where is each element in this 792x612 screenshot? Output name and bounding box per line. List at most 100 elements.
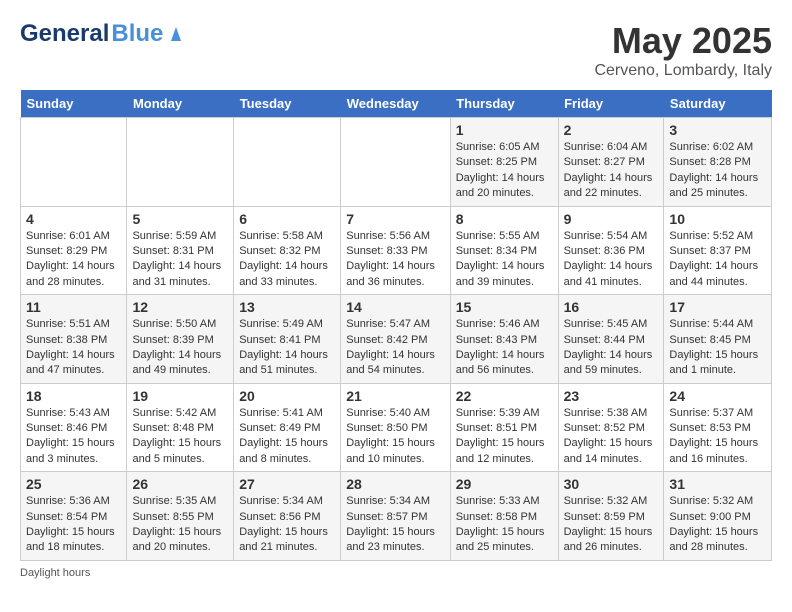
- calendar-dow-sunday: Sunday: [21, 90, 127, 118]
- day-info: Sunrise: 5:37 AM Sunset: 8:53 PM Dayligh…: [669, 406, 766, 468]
- calendar-cell: [341, 118, 450, 207]
- day-info: Sunrise: 5:52 AM Sunset: 8:37 PM Dayligh…: [669, 229, 766, 291]
- day-number: 28: [346, 476, 444, 492]
- calendar-dow-wednesday: Wednesday: [341, 90, 450, 118]
- day-number: 1: [456, 122, 553, 138]
- day-number: 11: [26, 299, 121, 315]
- day-info: Sunrise: 5:47 AM Sunset: 8:42 PM Dayligh…: [346, 317, 444, 379]
- day-info: Sunrise: 5:49 AM Sunset: 8:41 PM Dayligh…: [239, 317, 335, 379]
- logo-general: General: [20, 20, 109, 48]
- calendar-cell: [127, 118, 234, 207]
- calendar-week-row: 18 Sunrise: 5:43 AM Sunset: 8:46 PM Dayli…: [21, 383, 772, 472]
- calendar-cell: 22Sunrise: 5:39 AM Sunset: 8:51 PM Dayli…: [450, 383, 558, 472]
- day-info: Sunrise: 5:51 AM Sunset: 8:38 PM Dayligh…: [26, 317, 121, 379]
- logo-triangle-icon: [165, 23, 187, 45]
- day-number: 9: [564, 211, 659, 227]
- calendar-cell: 28 Sunrise: 5:34 AM Sunset: 8:57 PM Dayli…: [341, 472, 450, 561]
- day-info: Sunrise: 5:38 AM Sunset: 8:52 PM Dayligh…: [564, 406, 659, 468]
- calendar-cell: 14 Sunrise: 5:47 AM Sunset: 8:42 PM Dayli…: [341, 295, 450, 384]
- calendar-week-row: 1 Sunrise: 6:05 AM Sunset: 8:25 PM Daylig…: [21, 118, 772, 207]
- day-info: Sunrise: 5:56 AM Sunset: 8:33 PM Dayligh…: [346, 229, 444, 291]
- day-number: 2: [564, 122, 659, 138]
- day-info: Sunrise: 6:05 AM Sunset: 8:25 PM Dayligh…: [456, 140, 553, 202]
- day-number: 30: [564, 476, 659, 492]
- location-subtitle: Cerveno, Lombardy, Italy: [594, 62, 772, 80]
- calendar-cell: 27Sunrise: 5:34 AM Sunset: 8:56 PM Dayli…: [234, 472, 341, 561]
- day-number: 17: [669, 299, 766, 315]
- day-number: 5: [132, 211, 228, 227]
- day-number: 12: [132, 299, 228, 315]
- day-info: Sunrise: 6:02 AM Sunset: 8:28 PM Dayligh…: [669, 140, 766, 202]
- calendar-cell: 2 Sunrise: 6:04 AM Sunset: 8:27 PM Daylig…: [558, 118, 664, 207]
- calendar-cell: 26 Sunrise: 5:35 AM Sunset: 8:55 PM Dayli…: [127, 472, 234, 561]
- calendar-cell: 23 Sunrise: 5:38 AM Sunset: 8:52 PM Dayli…: [558, 383, 664, 472]
- calendar-cell: 7 Sunrise: 5:56 AM Sunset: 8:33 PM Daylig…: [341, 206, 450, 295]
- day-info: Sunrise: 6:01 AM Sunset: 8:29 PM Dayligh…: [26, 229, 121, 291]
- day-number: 31: [669, 476, 766, 492]
- day-number: 10: [669, 211, 766, 227]
- day-info: Sunrise: 5:34 AM Sunset: 8:57 PM Dayligh…: [346, 494, 444, 556]
- calendar-cell: [21, 118, 127, 207]
- calendar-cell: 20 Sunrise: 5:41 AM Sunset: 8:49 PM Dayli…: [234, 383, 341, 472]
- footer-daylight: Daylight hours: [20, 567, 772, 579]
- calendar-cell: 31 Sunrise: 5:32 AM Sunset: 9:00 PM Dayli…: [664, 472, 772, 561]
- calendar-dow-monday: Monday: [127, 90, 234, 118]
- calendar-cell: 9 Sunrise: 5:54 AM Sunset: 8:36 PM Daylig…: [558, 206, 664, 295]
- day-number: 16: [564, 299, 659, 315]
- calendar-cell: 1 Sunrise: 6:05 AM Sunset: 8:25 PM Daylig…: [450, 118, 558, 207]
- day-number: 6: [239, 211, 335, 227]
- calendar-cell: 21Sunrise: 5:40 AM Sunset: 8:50 PM Dayli…: [341, 383, 450, 472]
- day-info: Sunrise: 5:43 AM Sunset: 8:46 PM Dayligh…: [26, 406, 121, 468]
- day-number: 20: [239, 388, 335, 404]
- day-info: Sunrise: 5:32 AM Sunset: 9:00 PM Dayligh…: [669, 494, 766, 556]
- day-info: Sunrise: 5:34 AM Sunset: 8:56 PM Dayligh…: [239, 494, 335, 556]
- calendar-cell: [234, 118, 341, 207]
- day-number: 13: [239, 299, 335, 315]
- calendar-cell: 5Sunrise: 5:59 AM Sunset: 8:31 PM Daylig…: [127, 206, 234, 295]
- day-info: Sunrise: 5:44 AM Sunset: 8:45 PM Dayligh…: [669, 317, 766, 379]
- calendar-dow-friday: Friday: [558, 90, 664, 118]
- day-info: Sunrise: 5:45 AM Sunset: 8:44 PM Dayligh…: [564, 317, 659, 379]
- day-info: Sunrise: 6:04 AM Sunset: 8:27 PM Dayligh…: [564, 140, 659, 202]
- calendar-dow-saturday: Saturday: [664, 90, 772, 118]
- calendar-cell: 10 Sunrise: 5:52 AM Sunset: 8:37 PM Dayli…: [664, 206, 772, 295]
- day-number: 18: [26, 388, 121, 404]
- title-block: May 2025 Cerveno, Lombardy, Italy: [594, 20, 772, 80]
- month-year-title: May 2025: [594, 20, 772, 62]
- logo-blue: Blue: [111, 20, 163, 48]
- day-info: Sunrise: 5:41 AM Sunset: 8:49 PM Dayligh…: [239, 406, 335, 468]
- day-number: 23: [564, 388, 659, 404]
- calendar-cell: 12Sunrise: 5:50 AM Sunset: 8:39 PM Dayli…: [127, 295, 234, 384]
- calendar-cell: 6Sunrise: 5:58 AM Sunset: 8:32 PM Daylig…: [234, 206, 341, 295]
- calendar-cell: 4 Sunrise: 6:01 AM Sunset: 8:29 PM Daylig…: [21, 206, 127, 295]
- day-info: Sunrise: 5:35 AM Sunset: 8:55 PM Dayligh…: [132, 494, 228, 556]
- day-number: 15: [456, 299, 553, 315]
- day-number: 26: [132, 476, 228, 492]
- calendar-cell: 3Sunrise: 6:02 AM Sunset: 8:28 PM Daylig…: [664, 118, 772, 207]
- day-info: Sunrise: 5:55 AM Sunset: 8:34 PM Dayligh…: [456, 229, 553, 291]
- day-number: 14: [346, 299, 444, 315]
- calendar-cell: 13 Sunrise: 5:49 AM Sunset: 8:41 PM Dayli…: [234, 295, 341, 384]
- day-info: Sunrise: 5:40 AM Sunset: 8:50 PM Dayligh…: [346, 406, 444, 468]
- page-header: General Blue May 2025 Cerveno, Lombardy,…: [20, 20, 772, 80]
- day-info: Sunrise: 5:33 AM Sunset: 8:58 PM Dayligh…: [456, 494, 553, 556]
- day-number: 4: [26, 211, 121, 227]
- calendar-cell: 15 Sunrise: 5:46 AM Sunset: 8:43 PM Dayli…: [450, 295, 558, 384]
- calendar-cell: 18 Sunrise: 5:43 AM Sunset: 8:46 PM Dayli…: [21, 383, 127, 472]
- day-number: 29: [456, 476, 553, 492]
- calendar-week-row: 11 Sunrise: 5:51 AM Sunset: 8:38 PM Dayli…: [21, 295, 772, 384]
- day-number: 7: [346, 211, 444, 227]
- calendar-cell: 29 Sunrise: 5:33 AM Sunset: 8:58 PM Dayli…: [450, 472, 558, 561]
- day-number: 25: [26, 476, 121, 492]
- day-info: Sunrise: 5:32 AM Sunset: 8:59 PM Dayligh…: [564, 494, 659, 556]
- day-number: 8: [456, 211, 553, 227]
- day-info: Sunrise: 5:46 AM Sunset: 8:43 PM Dayligh…: [456, 317, 553, 379]
- calendar-cell: 8 Sunrise: 5:55 AM Sunset: 8:34 PM Daylig…: [450, 206, 558, 295]
- day-info: Sunrise: 5:54 AM Sunset: 8:36 PM Dayligh…: [564, 229, 659, 291]
- day-number: 24: [669, 388, 766, 404]
- calendar-cell: 17 Sunrise: 5:44 AM Sunset: 8:45 PM Dayli…: [664, 295, 772, 384]
- calendar-cell: 30 Sunrise: 5:32 AM Sunset: 8:59 PM Dayli…: [558, 472, 664, 561]
- calendar-cell: 24 Sunrise: 5:37 AM Sunset: 8:53 PM Dayli…: [664, 383, 772, 472]
- calendar-cell: 16 Sunrise: 5:45 AM Sunset: 8:44 PM Dayli…: [558, 295, 664, 384]
- calendar-table: SundayMondayTuesdayWednesdayThursdayFrid…: [20, 90, 772, 561]
